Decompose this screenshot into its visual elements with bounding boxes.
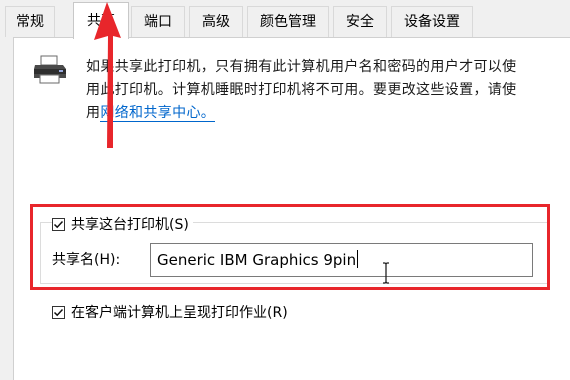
description-line-1: 如果共享此打印机，只有拥有此计算机用户名和密码的用户才可以使	[86, 59, 517, 75]
tab-advanced[interactable]: 高级	[189, 6, 243, 37]
printer-icon	[34, 55, 66, 84]
share-name-input[interactable]: Generic IBM Graphics 9pin	[150, 243, 533, 277]
checkmark-icon	[53, 220, 64, 228]
tab-bar: 常规 共享 端口 高级 颜色管理 安全 设备设置	[0, 0, 570, 39]
share-printer-label: 共享这台打印机(S)	[71, 217, 189, 233]
share-printer-checkbox-row[interactable]: 共享这台打印机(S)	[52, 214, 193, 234]
share-name-value: Generic IBM Graphics 9pin	[157, 251, 357, 269]
description-line-3-prefix: 用	[86, 105, 101, 121]
tab-ports[interactable]: 端口	[131, 6, 185, 37]
description-line-2: 用此打印机。计算机睡眠时打印机将不可用。要更改这些设置，请使	[86, 82, 517, 98]
network-sharing-center-link[interactable]: 网络和共享中心。	[100, 105, 216, 122]
tab-sharing[interactable]: 共享	[73, 2, 129, 39]
sharing-description: 如果共享此打印机，只有拥有此计算机用户名和密码的用户才可以使 用此打印机。计算机…	[86, 56, 556, 125]
render-jobs-checkbox[interactable]	[52, 305, 65, 319]
printer-properties-window: 常规 共享 端口 高级 颜色管理 安全 设备设置 如果共享此打印机，只有拥有此计…	[0, 0, 570, 380]
description-line-3: 用网络和共享中心。	[86, 102, 556, 125]
share-name-label: 共享名(H):	[52, 252, 121, 268]
text-cursor-icon	[383, 262, 389, 284]
text-caret	[357, 250, 359, 268]
share-printer-checkbox[interactable]	[52, 217, 65, 231]
tab-general[interactable]: 常规	[5, 6, 55, 37]
render-jobs-checkbox-row[interactable]: 在客户端计算机上呈现打印作业(R)	[52, 302, 292, 322]
tab-security[interactable]: 安全	[333, 6, 387, 37]
render-jobs-label: 在客户端计算机上呈现打印作业(R)	[71, 305, 288, 321]
tab-color-management[interactable]: 颜色管理	[247, 6, 329, 37]
tab-device-settings[interactable]: 设备设置	[391, 6, 473, 37]
checkmark-icon	[53, 308, 64, 316]
